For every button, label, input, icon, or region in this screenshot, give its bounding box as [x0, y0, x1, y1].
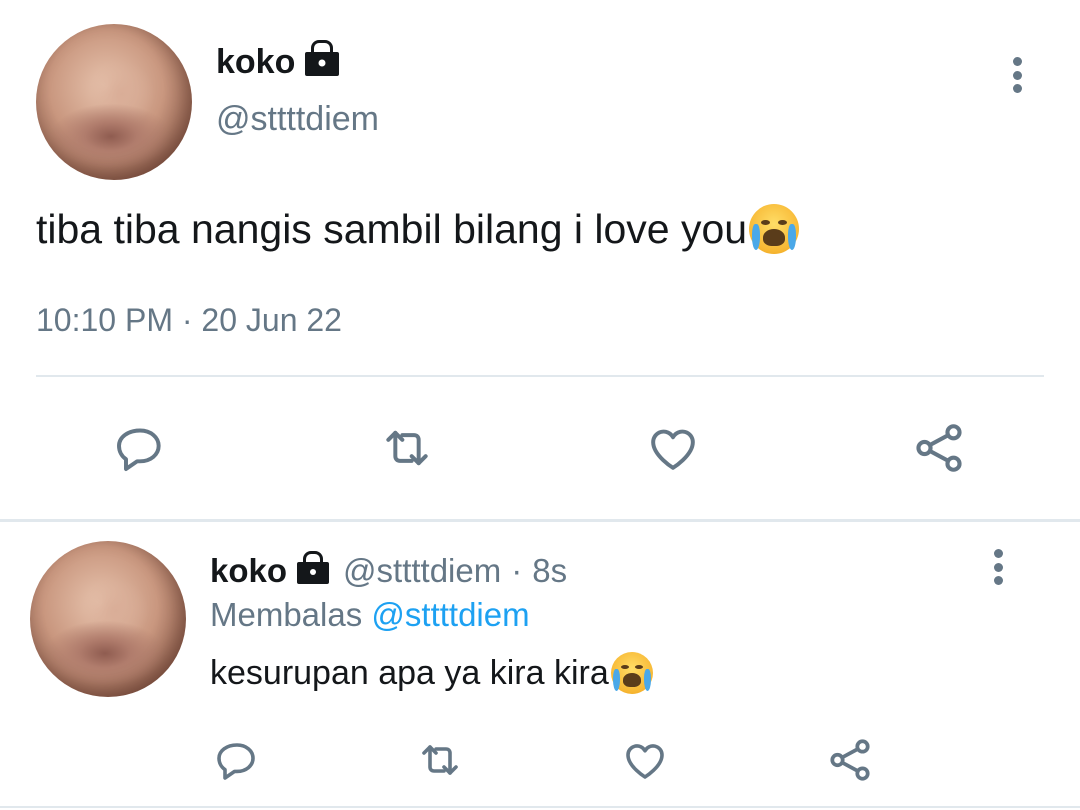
like-icon[interactable]	[643, 418, 703, 478]
replying-to-link[interactable]: @sttttdiem	[371, 596, 529, 633]
tweet-timestamp[interactable]: 10:10 PM · 20 Jun 22	[36, 302, 342, 339]
handle[interactable]: @sttttdiem	[216, 100, 379, 139]
reply-age: 8s	[532, 552, 568, 589]
tweet-body: tiba tiba nangis sambil bilang i love yo…	[36, 205, 748, 252]
reply-icon[interactable]	[110, 418, 170, 478]
share-icon[interactable]	[824, 735, 876, 785]
retweet-icon[interactable]	[413, 735, 467, 785]
reply-display-name[interactable]: koko	[210, 552, 287, 590]
separator: ·	[511, 552, 523, 589]
replying-to: Membalas @sttttdiem	[210, 596, 530, 634]
more-options-icon[interactable]	[991, 549, 1005, 585]
lock-icon	[305, 52, 340, 76]
more-options-icon[interactable]	[1010, 57, 1024, 93]
tweet-time: 10:10 PM	[36, 302, 173, 338]
crying-face-icon	[749, 204, 800, 254]
reply-text: kesurupan apa ya kira kira	[210, 652, 653, 694]
lock-icon	[297, 562, 330, 584]
divider	[0, 519, 1080, 522]
reply-avatar[interactable]	[30, 541, 186, 697]
reply-body: kesurupan apa ya kira kira	[210, 653, 609, 692]
reply-header: koko @sttttdiem · 8s	[210, 550, 567, 592]
replying-label: Membalas	[210, 596, 363, 633]
like-icon[interactable]	[620, 735, 670, 785]
retweet-icon[interactable]	[375, 418, 439, 478]
crying-face-icon	[610, 652, 653, 694]
share-icon[interactable]	[908, 418, 970, 478]
avatar[interactable]	[36, 24, 192, 180]
separator: ·	[181, 302, 193, 338]
author-name-row: koko	[216, 42, 340, 82]
display-name[interactable]: koko	[216, 43, 295, 82]
tweet-date: 20 Jun 22	[201, 302, 342, 338]
reply-handle[interactable]: @sttttdiem	[343, 552, 501, 590]
reply-icon[interactable]	[212, 735, 262, 785]
divider	[36, 375, 1044, 377]
divider	[0, 806, 1080, 808]
tweet-text: tiba tiba nangis sambil bilang i love yo…	[36, 204, 800, 254]
